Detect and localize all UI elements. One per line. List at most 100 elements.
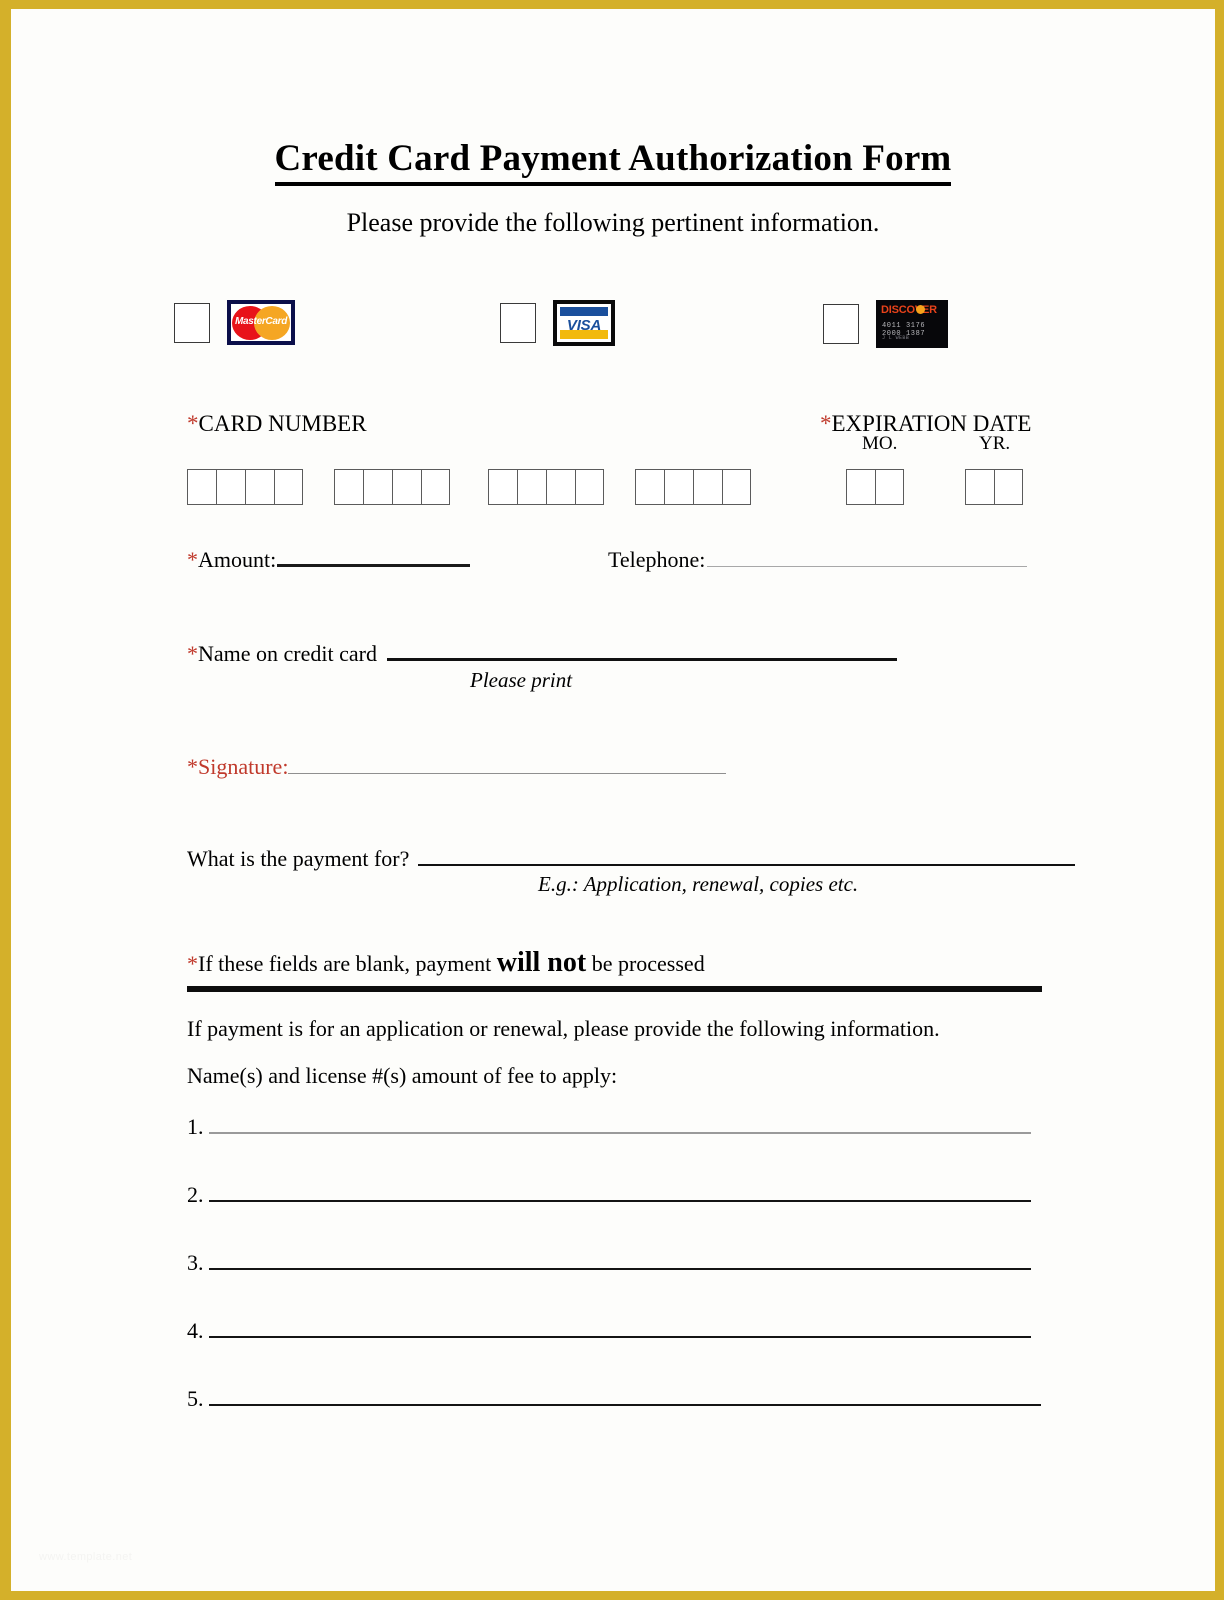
document-page: Credit Card Payment Authorization Form P… (11, 9, 1215, 1591)
list-item-number: 1. (187, 1114, 204, 1139)
warning-emphasis: will not (496, 947, 587, 978)
card-number-cell[interactable] (664, 469, 693, 505)
payment-purpose-hint: E.g.: Application, renewal, copies etc. (538, 872, 859, 896)
mastercard-logo-icon: MasterCard (227, 300, 295, 345)
name-on-card-input[interactable] (386, 658, 897, 661)
card-number-group-4[interactable] (635, 469, 751, 505)
card-number-cell[interactable] (517, 469, 546, 505)
expiration-date-label: *EXPIRATION DATE (820, 412, 1031, 435)
warning-text: *If these fields are blank, payment will… (187, 949, 1215, 977)
name-on-card-label: Name on credit card (198, 641, 377, 666)
list-item: 5. (187, 1388, 1215, 1456)
expiration-month-cell[interactable] (846, 469, 875, 505)
instruction-line-2: Name(s) and license #(s) amount of fee t… (187, 1063, 618, 1088)
checkbox-discover[interactable] (823, 304, 859, 344)
visa-top-bar (560, 307, 608, 316)
signature-input[interactable] (288, 773, 727, 774)
payment-purpose-label: What is the payment for? (187, 846, 410, 871)
visa-bottom-bar (560, 330, 608, 339)
amount-label: Amount: (198, 547, 277, 572)
license-entry-input-2[interactable] (209, 1200, 1031, 1202)
expiration-month-cell[interactable] (875, 469, 904, 505)
page-title-text: Credit Card Payment Authorization Form (274, 138, 952, 186)
expiration-year-cell[interactable] (994, 469, 1023, 505)
required-asterisk: * (187, 411, 199, 436)
license-entry-input-4[interactable] (209, 1336, 1031, 1338)
warning-prefix: If these fields are blank, payment (198, 951, 497, 976)
page-title: Credit Card Payment Authorization Form (11, 9, 1215, 186)
expiration-year-cell[interactable] (965, 469, 994, 505)
amount-field: * Amount: (187, 547, 471, 572)
license-entry-input-3[interactable] (209, 1268, 1031, 1270)
license-entry-input-1[interactable] (209, 1132, 1031, 1134)
card-brand-mastercard: MasterCard (174, 300, 295, 345)
list-item: 3. (187, 1252, 1215, 1320)
expiration-year-input[interactable] (965, 469, 1023, 505)
expiration-month-label: MO. (862, 433, 898, 454)
license-entry-list: 1. 2. 3. 4. 5. (11, 1116, 1215, 1456)
expiration-month-input[interactable] (846, 469, 904, 505)
checkbox-mastercard[interactable] (174, 302, 210, 343)
amount-input[interactable] (277, 564, 471, 567)
card-number-cell[interactable] (187, 469, 216, 505)
required-asterisk: * (187, 547, 198, 572)
card-number-cell[interactable] (334, 469, 363, 505)
card-number-cell[interactable] (722, 469, 751, 505)
card-number-cell[interactable] (546, 469, 575, 505)
amount-telephone-row: * Amount: Telephone: (11, 549, 1215, 579)
card-number-group-1[interactable] (187, 469, 303, 505)
expiration-year-label: YR. (979, 433, 1011, 454)
name-on-card-field: * Name on credit card (187, 643, 897, 665)
telephone-label: Telephone: (608, 547, 706, 572)
card-number-cell[interactable] (421, 469, 450, 505)
telephone-field: Telephone: (608, 547, 1028, 572)
card-number-cell[interactable] (392, 469, 421, 505)
license-entry-input-5[interactable] (209, 1404, 1041, 1406)
page-border-frame: Credit Card Payment Authorization Form P… (0, 0, 1224, 1600)
card-number-cell[interactable] (274, 469, 303, 505)
card-number-cell[interactable] (575, 469, 604, 505)
section-divider (187, 986, 1042, 992)
payment-purpose-row: What is the payment for? E.g.: Applicati… (11, 848, 1215, 908)
card-number-cell[interactable] (635, 469, 664, 505)
payment-purpose-field: What is the payment for? (187, 846, 1076, 871)
list-item-number: 5. (187, 1386, 204, 1411)
discover-card-name: J L WEBB (882, 335, 910, 341)
discover-logo-text: DISCOVER (881, 304, 937, 316)
list-item-number: 3. (187, 1250, 204, 1275)
card-number-cell[interactable] (216, 469, 245, 505)
payment-purpose-input[interactable] (418, 864, 1076, 866)
card-number-cell[interactable] (693, 469, 722, 505)
checkbox-visa[interactable] (500, 303, 536, 343)
required-asterisk: * (187, 641, 198, 666)
card-number-label: *CARD NUMBER (187, 412, 367, 435)
card-brand-discover: DISCOVER 4011 3176 2000 1387 J L WEBB (823, 300, 948, 348)
card-brand-visa: VISA (500, 300, 615, 346)
form-body: *CARD NUMBER *EXPIRATION DATE MO. YR. * … (11, 412, 1215, 1456)
visa-logo-icon: VISA (553, 300, 615, 346)
watermark: www.template.net (39, 1551, 133, 1563)
card-number-group-3[interactable] (488, 469, 604, 505)
instruction-line-1: If payment is for an application or rene… (187, 1016, 940, 1041)
signature-label: *Signature: (187, 754, 289, 779)
list-item: 2. (187, 1184, 1215, 1252)
discover-orb-icon (916, 305, 925, 314)
please-print-hint: Please print (470, 668, 573, 692)
warning-row: *If these fields are blank, payment will… (11, 949, 1215, 992)
list-item-number: 4. (187, 1318, 204, 1343)
card-number-cell[interactable] (245, 469, 274, 505)
telephone-input[interactable] (707, 566, 1028, 567)
card-number-cell[interactable] (363, 469, 392, 505)
list-item: 1. (187, 1116, 1215, 1184)
required-asterisk: * (820, 411, 832, 436)
signature-field: *Signature: (187, 754, 727, 779)
card-brand-row: MasterCard VISA DISCOVER 4011 3176 2000 … (11, 300, 1215, 370)
card-number-label-row: *CARD NUMBER *EXPIRATION DATE MO. YR. (11, 412, 1215, 453)
discover-logo-icon: DISCOVER 4011 3176 2000 1387 J L WEBB (876, 300, 948, 348)
signature-row: *Signature: (11, 756, 1215, 786)
card-number-label-text: CARD NUMBER (198, 411, 367, 436)
card-number-group-2[interactable] (334, 469, 450, 505)
list-item-number: 2. (187, 1182, 204, 1207)
card-number-cell[interactable] (488, 469, 517, 505)
required-asterisk: * (187, 951, 198, 976)
